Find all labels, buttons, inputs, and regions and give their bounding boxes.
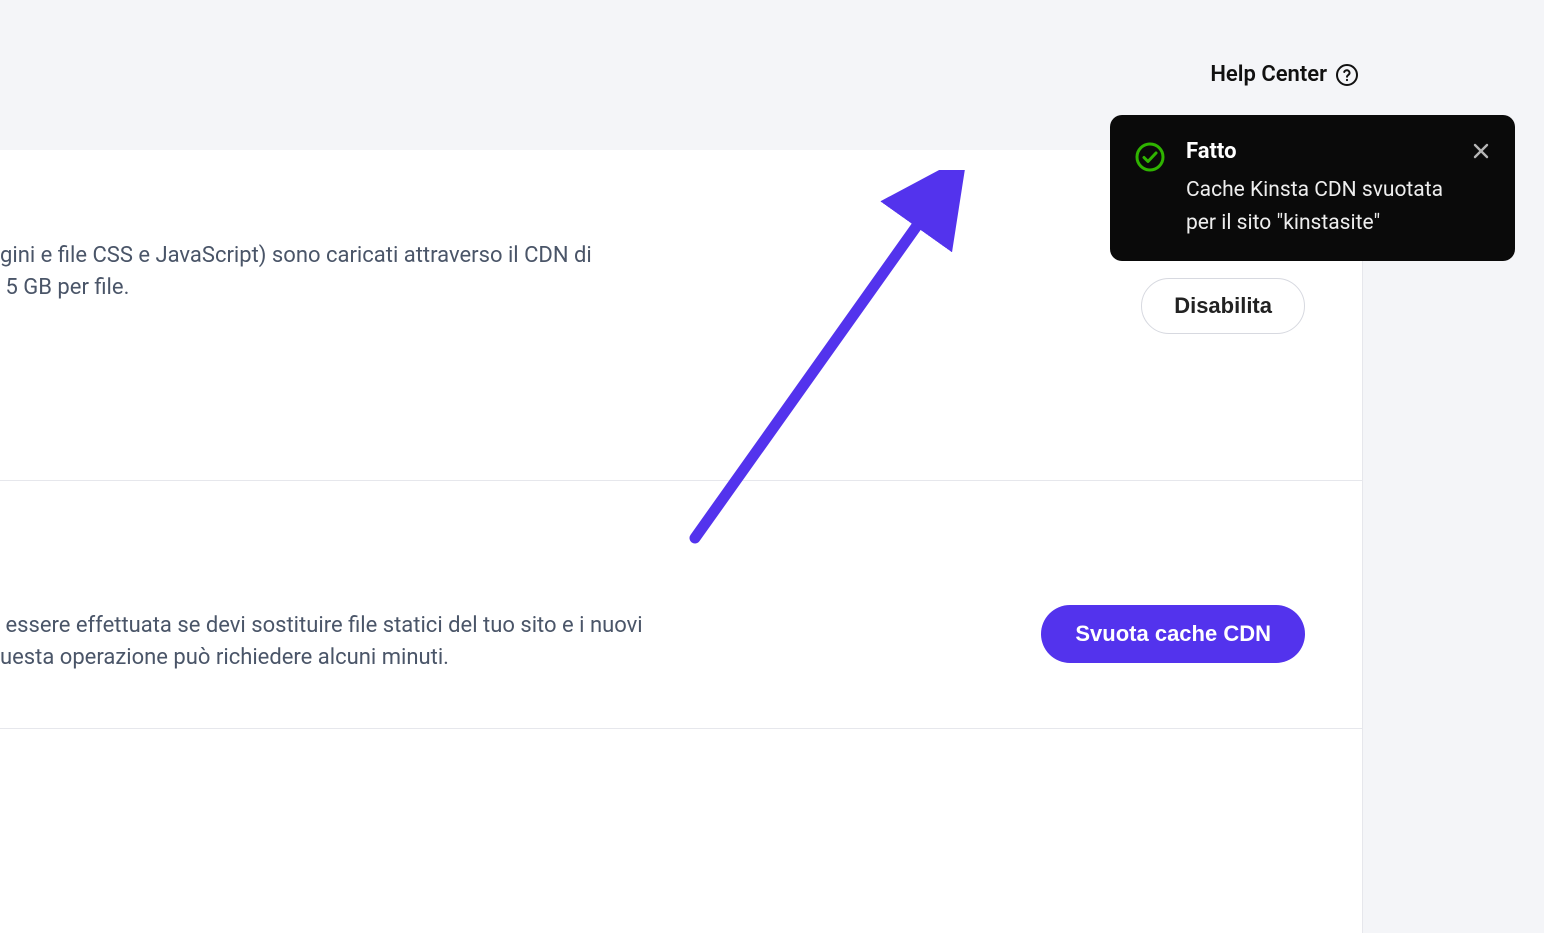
toast-body: Fatto Cache Kinsta CDN svuotata per il s… xyxy=(1186,139,1451,239)
clear-cache-description-section: essere effettuata se devi sostituire fil… xyxy=(0,610,643,674)
close-icon[interactable] xyxy=(1471,141,1491,165)
help-center-label: Help Center xyxy=(1210,62,1327,87)
success-toast: Fatto Cache Kinsta CDN svuotata per il s… xyxy=(1110,115,1515,261)
disable-button[interactable]: Disabilita xyxy=(1141,278,1305,334)
cdn-description-line1: gini e file CSS e JavaScript) sono caric… xyxy=(0,240,592,272)
success-check-icon xyxy=(1134,141,1166,177)
clear-cache-line2: uesta operazione può richiedere alcuni m… xyxy=(0,642,643,674)
right-background-strip xyxy=(1363,150,1544,933)
toast-message: Cache Kinsta CDN svuotata per il sito "k… xyxy=(1186,174,1451,239)
cdn-description-section: gini e file CSS e JavaScript) sono caric… xyxy=(0,240,592,304)
help-icon xyxy=(1335,63,1359,87)
help-center-link[interactable]: Help Center xyxy=(1210,62,1359,87)
cdn-description-line2: 5 GB per file. xyxy=(0,272,592,304)
clear-cdn-cache-button[interactable]: Svuota cache CDN xyxy=(1041,605,1305,663)
section-divider xyxy=(0,480,1362,481)
section-divider-2 xyxy=(0,728,1362,729)
content-panel: gini e file CSS e JavaScript) sono caric… xyxy=(0,150,1363,933)
toast-title: Fatto xyxy=(1186,139,1451,164)
clear-cache-line1: essere effettuata se devi sostituire fil… xyxy=(0,610,643,642)
